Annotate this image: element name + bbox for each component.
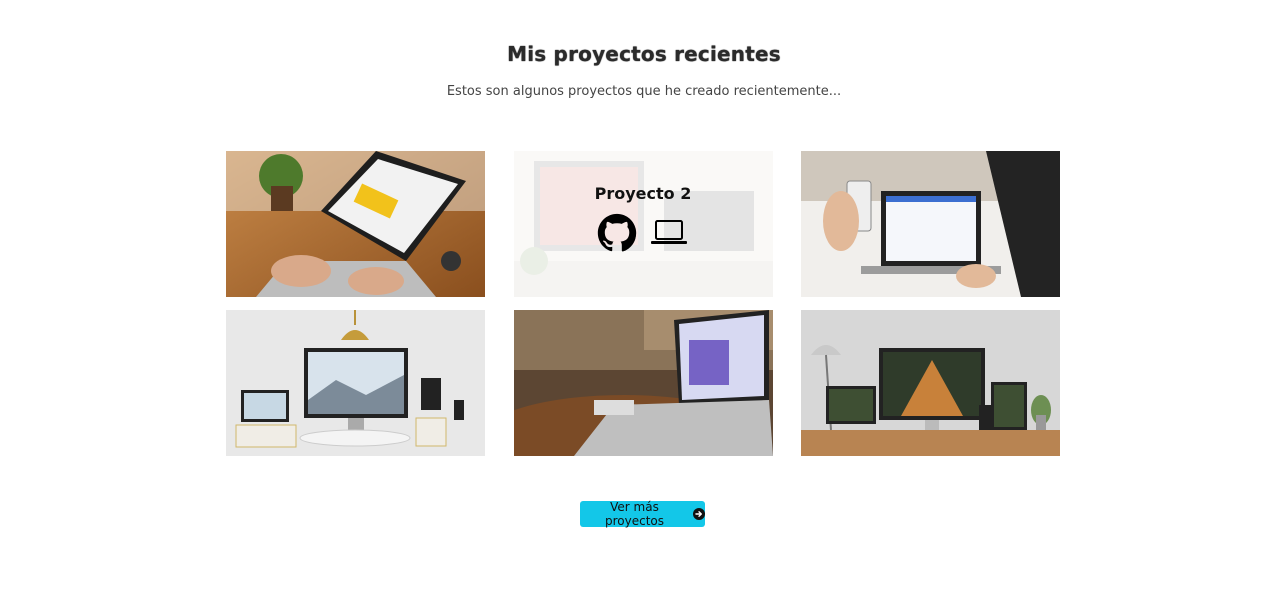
project-image [226, 310, 485, 456]
laptop-icon[interactable] [649, 217, 689, 249]
project-image [513, 310, 773, 456]
project-title: Proyecto 2 [594, 184, 692, 203]
more-projects-button[interactable]: Ver más proyectos [580, 500, 705, 528]
github-icon[interactable] [597, 213, 637, 253]
project-overlay: Proyecto 2 [513, 151, 773, 297]
project-card[interactable] [801, 310, 1060, 456]
more-projects-label: Ver más proyectos [604, 500, 664, 528]
section-subtitle: Estos son algunos proyectos que he cread… [446, 84, 842, 99]
project-links [597, 213, 689, 253]
project-card[interactable] [513, 310, 773, 456]
project-card[interactable] [226, 310, 485, 456]
projects-grid: Proyecto 2 [226, 151, 1061, 456]
project-card[interactable] [226, 151, 485, 297]
section-title: Mis proyectos recientes [507, 42, 781, 66]
project-card[interactable] [801, 151, 1060, 297]
project-image [801, 151, 1060, 297]
project-image [801, 310, 1060, 456]
project-image [226, 151, 485, 297]
project-card-featured[interactable]: Proyecto 2 [513, 151, 773, 297]
arrow-circle-right-icon [693, 508, 705, 520]
